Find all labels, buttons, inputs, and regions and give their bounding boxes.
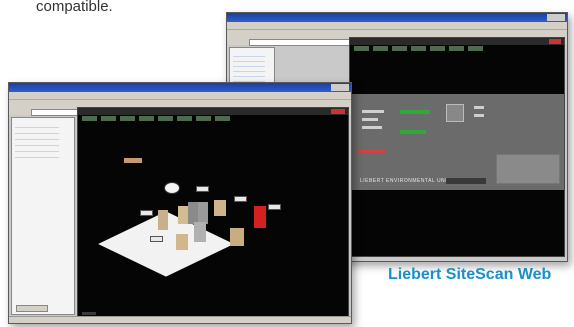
alarm-icon[interactable] [331, 109, 345, 114]
server-rack[interactable] [188, 202, 198, 224]
back-window-graphic-area: LIEBERT ENVIRONMENTAL UNIT [349, 37, 565, 257]
front-window-graphic-area [77, 107, 349, 319]
room-label [124, 158, 142, 163]
status-bar-1 [400, 110, 430, 114]
front-window-tree-panel [11, 117, 75, 315]
tab[interactable] [354, 46, 369, 51]
front-window-titlebar [9, 83, 351, 92]
back-window-titlebar [227, 13, 567, 22]
status-bar-2 [400, 130, 426, 134]
back-window-tabs [350, 38, 564, 51]
unit-buttons[interactable] [446, 178, 486, 184]
front-window-status-bar [9, 316, 351, 323]
panel-label: LIEBERT ENVIRONMENTAL UNIT [360, 178, 451, 184]
tab[interactable] [120, 116, 135, 121]
equipment-tag [234, 196, 247, 202]
alarm-text [358, 150, 386, 153]
equipment-cabinet[interactable] [158, 210, 168, 230]
equipment-tag [196, 186, 209, 192]
tab[interactable] [468, 46, 483, 51]
server-rack[interactable] [198, 202, 208, 224]
back-window-menubar [227, 22, 567, 29]
tab[interactable] [449, 46, 464, 51]
tab[interactable] [82, 116, 97, 121]
product-label: Liebert SiteScan Web [388, 266, 552, 283]
equipment-tag [268, 204, 281, 210]
window-controls[interactable] [331, 84, 349, 91]
equipment-tag [150, 236, 163, 242]
panel-buttons[interactable] [16, 305, 48, 312]
alarm-icon[interactable] [549, 39, 561, 44]
tab[interactable] [411, 46, 426, 51]
tab[interactable] [139, 116, 154, 121]
tab[interactable] [215, 116, 230, 121]
equipment-cabinet[interactable] [176, 234, 188, 250]
front-window-tabs [78, 108, 348, 121]
tab[interactable] [101, 116, 116, 121]
tab[interactable] [158, 116, 173, 121]
equipment-cabinet[interactable] [214, 200, 226, 216]
status-text [82, 312, 96, 315]
caption-text: compatible. [36, 0, 113, 15]
tab[interactable] [392, 46, 407, 51]
front-window-menubar [9, 92, 351, 99]
tab[interactable] [430, 46, 445, 51]
front-browser-window [8, 82, 352, 324]
side-panel [496, 154, 560, 184]
server-rack[interactable] [194, 222, 206, 242]
unit-icon [446, 104, 464, 122]
cooling-unit-alarm[interactable] [254, 206, 266, 228]
tree-items[interactable] [15, 122, 59, 158]
equipment-cabinet[interactable] [230, 228, 244, 246]
status-badge[interactable] [164, 182, 180, 194]
tab[interactable] [373, 46, 388, 51]
window-controls[interactable] [547, 14, 565, 21]
environmental-unit-panel: LIEBERT ENVIRONMENTAL UNIT [350, 94, 564, 190]
tab[interactable] [196, 116, 211, 121]
equipment-tag [140, 210, 153, 216]
tab[interactable] [177, 116, 192, 121]
